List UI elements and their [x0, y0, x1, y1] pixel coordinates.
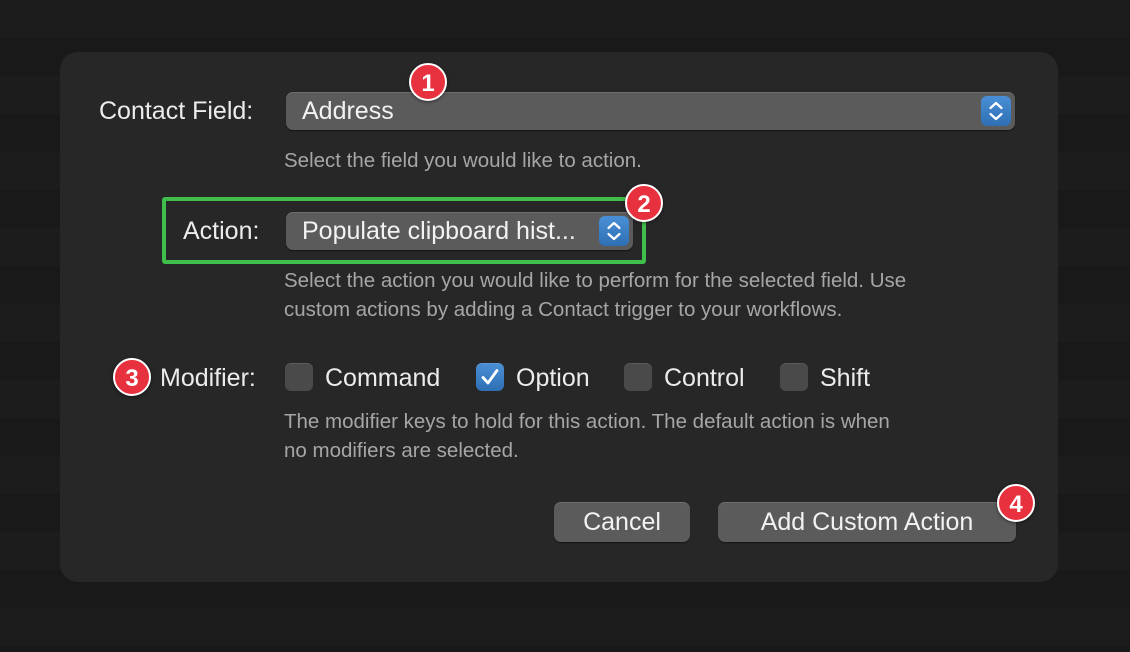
modifier-label: Modifier:	[160, 364, 256, 392]
control-checkbox[interactable]	[624, 363, 652, 391]
action-label: Action:	[183, 217, 260, 245]
modifier-help-line2: no modifiers are selected.	[284, 439, 519, 462]
shift-checkbox[interactable]	[780, 363, 808, 391]
contact-field-value: Address	[302, 97, 394, 125]
chevron-updown-icon	[981, 96, 1011, 126]
checkmark-icon	[481, 369, 499, 385]
cancel-button[interactable]: Cancel	[554, 502, 690, 542]
step-badge-1: 1	[409, 63, 447, 101]
modifier-help-line1: The modifier keys to hold for this actio…	[284, 410, 890, 433]
step-badge-2: 2	[625, 184, 663, 222]
contact-field-label: Contact Field:	[99, 97, 254, 125]
contact-field-help: Select the field you would like to actio…	[284, 149, 642, 172]
action-value: Populate clipboard hist...	[302, 217, 576, 245]
action-help-line2: custom actions by adding a Contact trigg…	[284, 298, 843, 321]
contact-field-popup[interactable]: Address	[286, 92, 1015, 130]
command-checkbox-label[interactable]: Command	[325, 363, 440, 393]
option-checkbox[interactable]	[476, 363, 504, 391]
step-badge-3: 3	[113, 358, 151, 396]
chevron-updown-icon	[599, 216, 629, 246]
option-checkbox-label[interactable]: Option	[516, 363, 590, 393]
action-help-line1: Select the action you would like to perf…	[284, 269, 907, 292]
action-popup[interactable]: Populate clipboard hist...	[286, 212, 633, 250]
control-checkbox-label[interactable]: Control	[664, 363, 745, 393]
shift-checkbox-label[interactable]: Shift	[820, 363, 870, 393]
step-badge-4: 4	[997, 484, 1035, 522]
add-custom-action-button[interactable]: Add Custom Action	[718, 502, 1016, 542]
command-checkbox[interactable]	[285, 363, 313, 391]
